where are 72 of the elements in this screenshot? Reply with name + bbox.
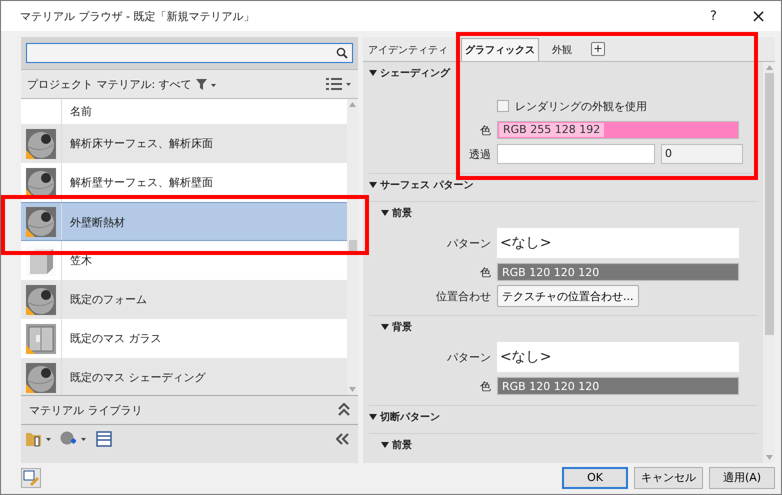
material-row[interactable]: 解析床サーフェス、解析床面 bbox=[21, 124, 347, 163]
color-swatch[interactable]: RGB 255 128 192 bbox=[497, 121, 739, 139]
sphere-thumbnail-icon bbox=[26, 168, 56, 198]
group-title: 前景 bbox=[392, 438, 412, 452]
color-swatch[interactable]: RGB 120 120 120 bbox=[497, 377, 739, 395]
material-name: 既定のマス ガラス bbox=[69, 331, 162, 347]
group-title: 背景 bbox=[392, 320, 412, 334]
section-title: シェーディング bbox=[380, 67, 450, 80]
pattern-field[interactable]: <なし> bbox=[497, 342, 739, 372]
sphere-thumbnail-icon bbox=[26, 206, 56, 236]
pattern-field[interactable]: <なし> bbox=[497, 228, 739, 258]
glass-thumbnail-icon bbox=[26, 324, 56, 354]
list-view-icon[interactable] bbox=[326, 77, 352, 91]
checkbox[interactable] bbox=[497, 100, 509, 112]
scrollbar[interactable] bbox=[347, 99, 358, 395]
field-label: 色 bbox=[479, 122, 491, 138]
section-toggle[interactable] bbox=[369, 181, 377, 189]
material-name: 解析床サーフェス、解析床面 bbox=[69, 136, 213, 152]
material-row[interactable]: 既定のフォーム bbox=[21, 280, 347, 319]
collapse-up-icon[interactable] bbox=[338, 403, 350, 417]
sphere-thumbnail-icon bbox=[26, 128, 56, 158]
scrollbar-thumb[interactable] bbox=[764, 73, 774, 335]
material-name: 笠木 bbox=[69, 253, 92, 269]
add-material-icon[interactable] bbox=[60, 431, 88, 447]
group-toggle[interactable] bbox=[381, 323, 389, 331]
transparency-field[interactable]: 0 bbox=[661, 144, 743, 164]
sphere-thumbnail-icon bbox=[26, 284, 56, 314]
color-swatch[interactable]: RGB 120 120 120 bbox=[497, 263, 739, 281]
tab[interactable]: アイデンティティ bbox=[365, 39, 451, 61]
material-name: 既定のフォーム bbox=[69, 292, 147, 308]
add-tab-button[interactable]: + bbox=[591, 42, 605, 56]
close-button[interactable]: × bbox=[736, 6, 781, 26]
tab[interactable]: グラフィックス bbox=[461, 38, 539, 61]
edit-icon[interactable] bbox=[21, 468, 41, 488]
material-row[interactable]: 外壁断熱材 bbox=[21, 202, 347, 241]
material-name: 既定のマス シェーディング bbox=[69, 370, 206, 386]
dialog-button[interactable]: 適用(A) bbox=[709, 466, 775, 488]
section-toggle[interactable] bbox=[369, 69, 377, 77]
collapse-left-icon[interactable] bbox=[336, 433, 350, 445]
search-field[interactable] bbox=[26, 43, 353, 63]
section-title: 切断パターン bbox=[380, 410, 440, 424]
group-toggle[interactable] bbox=[381, 441, 389, 449]
field-label: 位置合わせ bbox=[435, 288, 491, 304]
section-title: サーフェス パターン bbox=[380, 179, 474, 192]
dialog-button[interactable]: OK bbox=[562, 466, 628, 488]
filter-label: プロジェクト マテリアル: すべて bbox=[27, 76, 192, 92]
folder-icon[interactable] bbox=[26, 431, 52, 447]
window-title: マテリアル ブラウザ - 既定「新規マテリアル」 bbox=[20, 8, 256, 24]
scrollbar[interactable] bbox=[763, 62, 775, 463]
transparency-input[interactable] bbox=[497, 144, 655, 164]
field-label: 色 bbox=[479, 264, 491, 280]
material-name: 外壁断熱材 bbox=[69, 215, 125, 231]
material-row[interactable]: 既定のマス シェーディング bbox=[21, 358, 347, 397]
group-title: 前景 bbox=[392, 206, 412, 220]
search-icon bbox=[336, 47, 348, 59]
library-label: マテリアル ライブラリ bbox=[29, 402, 142, 418]
column-header[interactable]: 名前 bbox=[62, 99, 92, 124]
field-label: 透過 bbox=[468, 146, 491, 162]
texture-alignment-button[interactable]: テクスチャの位置合わせ... bbox=[497, 285, 638, 307]
section-toggle[interactable] bbox=[369, 413, 377, 421]
checkbox-label: レンダリングの外観を使用 bbox=[515, 98, 647, 114]
help-button[interactable]: ? bbox=[691, 8, 736, 24]
tab[interactable]: 外観 bbox=[549, 39, 575, 61]
dialog-button[interactable]: キャンセル bbox=[634, 466, 703, 488]
material-name: 解析壁サーフェス、解析壁面 bbox=[69, 175, 213, 191]
field-label: 色 bbox=[479, 378, 491, 394]
field-label: パターン bbox=[446, 236, 491, 250]
field-label: パターン bbox=[446, 350, 491, 364]
sphere-thumbnail-icon bbox=[26, 362, 56, 392]
group-toggle[interactable] bbox=[381, 209, 389, 217]
filter-icon[interactable] bbox=[196, 78, 216, 90]
panel-icon[interactable] bbox=[96, 431, 112, 447]
